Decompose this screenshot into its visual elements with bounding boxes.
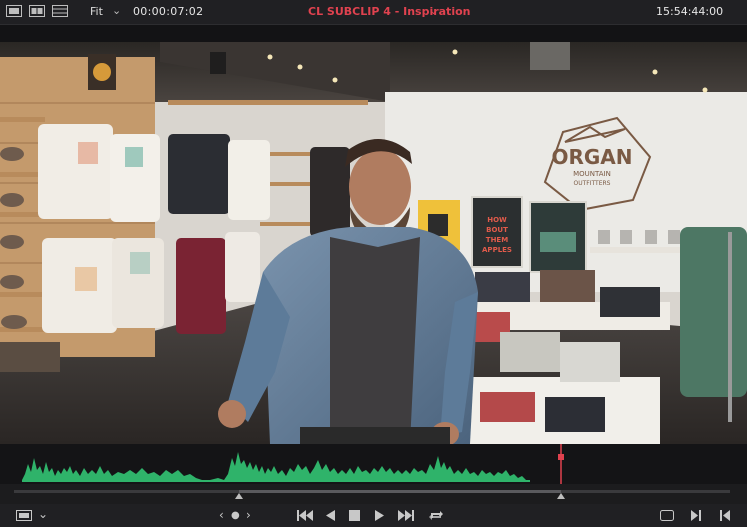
audio-waveform[interactable] [0,444,747,484]
fullscreen-icon[interactable] [660,510,674,521]
scrub-track [14,490,730,499]
video-frame: ORGAN MOUNTAIN OUTFITTERS HOW BOUT THEM … [0,42,747,444]
jog-right-icon[interactable]: › [246,508,251,522]
source-timecode: 00:00:07:02 [133,5,204,18]
loop-icon[interactable] [428,509,444,522]
store-sign-sub2: OUTFITTERS [574,180,611,187]
chevron-down-icon[interactable]: ⌄ [112,4,121,17]
next-frame-icon[interactable] [691,510,701,521]
waveform-graph [22,444,564,484]
poster-text-3: THEM [486,236,508,244]
store-sign-name: ORGAN [551,145,632,169]
viewer-mode-icon[interactable] [16,510,32,521]
record-timecode: 15:54:44:00 [656,5,724,18]
jog-left-icon[interactable]: ‹ [219,508,224,522]
clip-title[interactable]: CL SUBCLIP 4 - Inspiration [308,5,470,18]
out-point-icon[interactable] [557,493,565,499]
poster-text-1: HOW [487,216,507,224]
viewer-toolbar: Fit ⌄ 00:00:07:02 CL SUBCLIP 4 - Inspira… [0,0,747,25]
dual-viewer-icon[interactable] [29,5,45,17]
chevron-down-icon[interactable]: ⌄ [38,507,48,521]
skip-to-start-icon[interactable] [297,510,313,521]
transport-controls: ⌄ ‹ ● › [0,504,747,527]
playhead-marker-icon[interactable] [558,454,564,460]
scrub-bar[interactable] [0,484,747,504]
previous-frame-icon[interactable] [720,510,730,521]
poster-text-4: APPLES [482,246,512,254]
skip-to-end-icon[interactable] [398,510,414,521]
play-reverse-icon[interactable] [326,510,335,521]
stop-icon[interactable] [349,510,360,521]
in-point-icon[interactable] [235,493,243,499]
viewer-letterbox [0,25,747,42]
single-viewer-icon[interactable] [6,5,22,17]
poster-text-2: BOUT [486,226,508,234]
jog-wheel-icon[interactable]: ● [231,510,240,521]
video-still: ORGAN MOUNTAIN OUTFITTERS HOW BOUT THEM … [0,42,747,444]
zoom-fit-dropdown[interactable]: Fit [90,5,103,18]
layout-grid-icon[interactable] [52,5,68,17]
play-icon[interactable] [375,510,384,521]
store-sign-sub: MOUNTAIN [573,170,611,178]
chevron-down-icon[interactable]: ⌄ [429,4,438,17]
